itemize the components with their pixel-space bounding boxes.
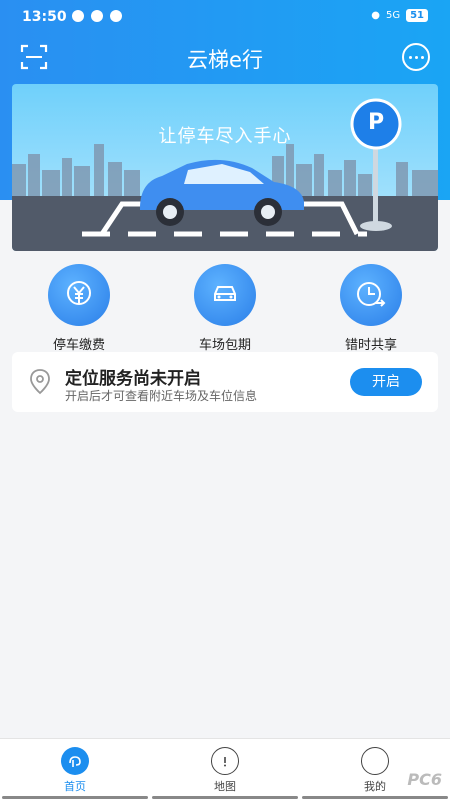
quick-action-share[interactable]: 错时共享 xyxy=(321,264,421,353)
location-card-title: 定位服务尚未开启 xyxy=(65,369,201,389)
message-icon[interactable] xyxy=(402,43,430,71)
location-card: 定位服务尚未开启 开启后才可查看附近车场及车位信息 开启 xyxy=(12,352,438,412)
quick-action-subscription[interactable]: 车场包期 xyxy=(175,264,275,353)
tab-indicator xyxy=(2,796,148,799)
location-card-subtitle: 开启后才可查看附近车场及车位信息 xyxy=(65,389,258,403)
tab-home[interactable]: 首页 xyxy=(0,747,150,794)
notification-icons xyxy=(72,10,122,22)
quick-action-payment[interactable]: 停车缴费 xyxy=(29,264,129,353)
location-status-icon: ● xyxy=(371,10,380,21)
bottom-tab-bar: 首页 地图 我的 xyxy=(0,738,450,801)
battery-level: 51 xyxy=(406,9,428,22)
network-label: 5G xyxy=(385,10,401,21)
quick-action-label: 停车缴费 xyxy=(52,338,105,353)
car-icon xyxy=(194,264,256,326)
tab-label: 地图 xyxy=(214,780,236,793)
tab-indicator xyxy=(302,796,448,799)
parking-sign-label: P xyxy=(367,110,385,135)
tab-label: 首页 xyxy=(64,780,86,793)
status-time: 13:50 xyxy=(22,9,67,25)
clock-share-icon xyxy=(340,264,402,326)
browser-notification-icon xyxy=(110,10,122,22)
tab-indicator xyxy=(152,796,298,799)
page-title: 云梯e行 xyxy=(187,48,263,72)
status-bar: 13:50 ● 5G 51 xyxy=(0,0,450,36)
map-icon xyxy=(211,747,239,775)
app-notification-icon xyxy=(91,10,103,22)
tab-map[interactable]: 地图 xyxy=(150,747,300,794)
watermark: PC6 xyxy=(407,770,442,789)
enable-location-button[interactable]: 开启 xyxy=(350,368,422,396)
yen-payment-icon xyxy=(48,264,110,326)
user-icon xyxy=(361,747,389,775)
system-icons: ● 5G 51 xyxy=(371,9,428,22)
quick-action-label: 错时共享 xyxy=(344,338,397,353)
location-pin-icon xyxy=(30,369,50,395)
quick-action-label: 车场包期 xyxy=(198,338,251,353)
top-bar: 云梯e行 xyxy=(0,36,450,78)
home-icon xyxy=(61,747,89,775)
promo-banner[interactable]: 让停车尽入手心 P xyxy=(12,84,438,251)
chat-notification-icon xyxy=(72,10,84,22)
